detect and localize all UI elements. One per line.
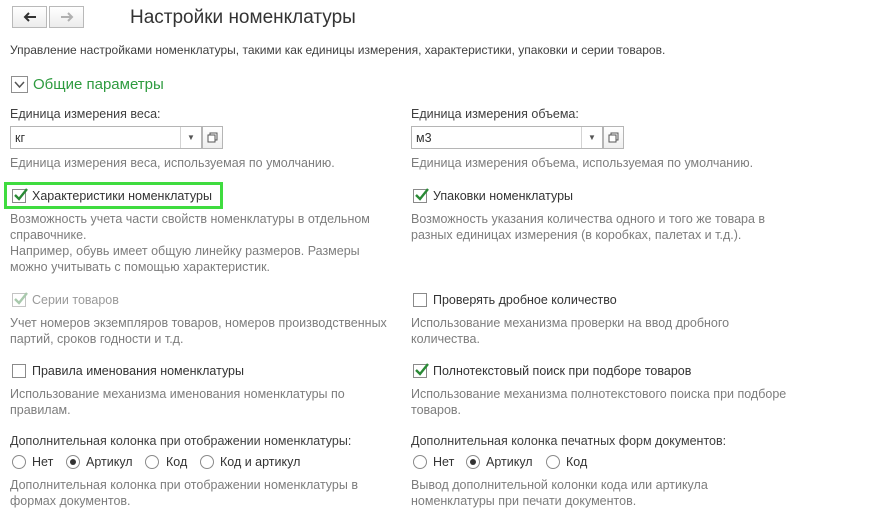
- radio-print-none[interactable]: [413, 455, 427, 469]
- open-window-icon: [608, 132, 619, 143]
- radio-display-article[interactable]: [66, 455, 80, 469]
- radio-display-code-article[interactable]: [200, 455, 214, 469]
- open-window-icon: [207, 132, 218, 143]
- weight-unit-value: кг: [15, 131, 26, 145]
- radio-print-article-label[interactable]: Артикул: [486, 455, 533, 469]
- fractional-hint: Использование механизма проверки на ввод…: [411, 316, 730, 346]
- radio-display-none-label[interactable]: Нет: [32, 455, 53, 469]
- series-label: Серии товаров: [32, 293, 119, 307]
- radio-print-article[interactable]: [466, 455, 480, 469]
- group-toggle[interactable]: [11, 76, 28, 93]
- chevron-down-icon: [14, 81, 25, 89]
- extra-column-display-hint: Дополнительная колонка при отображении н…: [10, 478, 358, 508]
- weight-unit-open-button[interactable]: [202, 126, 223, 149]
- radio-print-code[interactable]: [546, 455, 560, 469]
- radio-display-none[interactable]: [12, 455, 26, 469]
- fulltext-hint: Использование механизма полнотекстового …: [411, 387, 787, 417]
- naming-rules-checkbox[interactable]: [12, 364, 26, 378]
- group-title[interactable]: Общие параметры: [33, 76, 164, 93]
- volume-unit-label: Единица измерения объема:: [411, 107, 579, 121]
- back-button[interactable]: [12, 6, 47, 28]
- triangle-down-icon[interactable]: ▼: [581, 127, 602, 148]
- check-icon: [14, 188, 28, 201]
- volume-unit-field[interactable]: м3 ▼: [411, 126, 603, 149]
- fulltext-checkbox[interactable]: [413, 363, 429, 378]
- volume-unit-value: м3: [416, 131, 432, 145]
- extra-column-print-label: Дополнительная колонка печатных форм док…: [411, 434, 727, 448]
- weight-unit-field[interactable]: кг ▼: [10, 126, 202, 149]
- arrow-right-icon: [61, 12, 74, 22]
- check-icon: [14, 292, 28, 305]
- radio-display-code[interactable]: [145, 455, 159, 469]
- volume-unit-hint: Единица измерения объема, используемая п…: [411, 156, 754, 170]
- radio-display-article-label[interactable]: Артикул: [86, 455, 133, 469]
- characteristics-checkbox[interactable]: [12, 188, 28, 203]
- packages-hint: Возможность указания количества одного и…: [411, 212, 766, 242]
- naming-rules-label[interactable]: Правила именования номенклатуры: [32, 364, 244, 378]
- extra-column-display-label: Дополнительная колонка при отображении н…: [10, 434, 352, 448]
- page-title: Настройки номенклатуры: [130, 7, 356, 28]
- check-icon: [415, 188, 429, 201]
- series-hint: Учет номеров экземпляров товаров, номеро…: [10, 316, 387, 346]
- naming-rules-hint: Использование механизма именования номен…: [10, 387, 345, 417]
- packages-checkbox[interactable]: [413, 188, 429, 203]
- forward-button[interactable]: [49, 6, 84, 28]
- radio-print-code-label[interactable]: Код: [566, 455, 587, 469]
- series-checkbox: [12, 292, 28, 307]
- fractional-label[interactable]: Проверять дробное количество: [433, 293, 617, 307]
- radio-display-code-article-label[interactable]: Код и артикул: [220, 455, 300, 469]
- characteristics-hint: Возможность учета части свойств номенкла…: [10, 212, 370, 274]
- volume-unit-open-button[interactable]: [603, 126, 624, 149]
- weight-unit-label: Единица измерения веса:: [10, 107, 161, 121]
- radio-display-code-label[interactable]: Код: [166, 455, 187, 469]
- arrow-left-icon: [23, 12, 36, 22]
- radio-print-none-label[interactable]: Нет: [433, 455, 454, 469]
- fractional-checkbox[interactable]: [413, 293, 427, 307]
- check-icon: [415, 363, 429, 376]
- page-subtitle: Управление настройками номенклатуры, так…: [10, 43, 666, 57]
- triangle-down-icon[interactable]: ▼: [180, 127, 201, 148]
- weight-unit-hint: Единица измерения веса, используемая по …: [10, 156, 335, 170]
- fulltext-label[interactable]: Полнотекстовый поиск при подборе товаров: [433, 364, 691, 378]
- extra-column-print-hint: Вывод дополнительной колонки кода или ар…: [411, 478, 708, 508]
- characteristics-label[interactable]: Характеристики номенклатуры: [32, 189, 212, 203]
- packages-label[interactable]: Упаковки номенклатуры: [433, 189, 573, 203]
